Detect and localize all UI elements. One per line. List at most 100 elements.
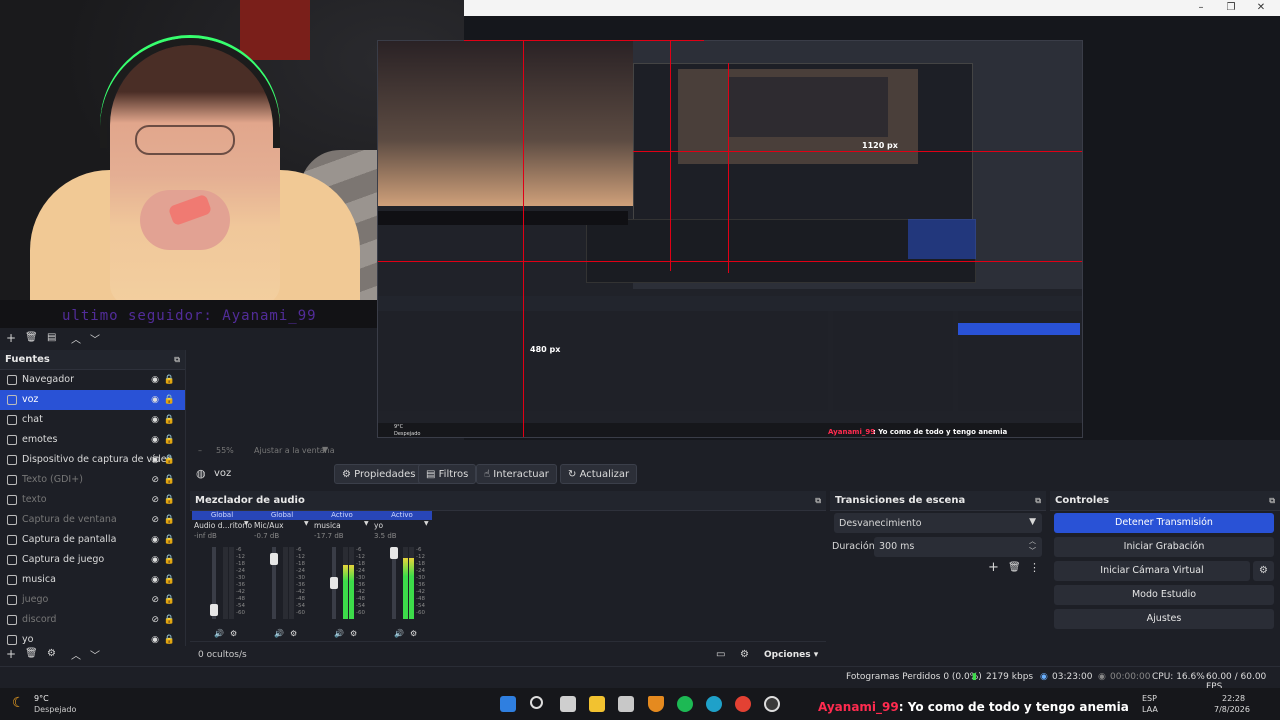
transition-select[interactable]: Desvanecimiento ▼ — [834, 513, 1042, 533]
eye-icon[interactable]: ◉ — [151, 430, 159, 450]
refresh-button[interactable]: ↻ Actualizar — [560, 464, 638, 484]
lock-icon[interactable]: 🔒 — [164, 470, 175, 490]
spotify-icon[interactable] — [677, 696, 693, 712]
source-item[interactable]: Navegador ◉ 🔒 — [0, 370, 185, 390]
eye-icon[interactable]: ◉ — [151, 530, 159, 550]
eye-icon[interactable]: ◉ — [151, 550, 159, 570]
lock-icon[interactable]: 🔒 — [164, 450, 175, 470]
add-icon[interactable]: + — [6, 647, 16, 661]
filters-button[interactable]: ▤ Filtros — [418, 464, 477, 484]
maximize-button[interactable]: ❐ — [1216, 0, 1246, 16]
eye-icon[interactable]: ◉ — [151, 450, 159, 470]
mixer-options-button[interactable]: Opciones ▾ — [764, 650, 818, 660]
trash-icon[interactable]: 🗑 — [25, 648, 38, 659]
lock-icon[interactable]: 🔒 — [164, 590, 175, 610]
eye-icon[interactable]: ◉ — [151, 570, 159, 590]
lock-icon[interactable]: 🔒 — [164, 570, 175, 590]
stop-streaming-button[interactable]: Detener Transmisión — [1054, 513, 1274, 533]
eye-off-icon[interactable]: ⊘ — [151, 470, 159, 490]
close-button[interactable]: ✕ — [1246, 0, 1276, 16]
eye-off-icon[interactable]: ⊘ — [151, 510, 159, 530]
volume-knob[interactable] — [270, 553, 278, 565]
chevron-down-icon[interactable]: ▼ — [424, 520, 429, 527]
gear-icon[interactable]: ⚙ — [350, 629, 357, 638]
source-item[interactable]: chat ◉ 🔒 — [0, 410, 185, 430]
eye-icon[interactable]: ◉ — [151, 410, 159, 430]
lock-icon[interactable]: 🔒 — [164, 390, 175, 410]
search-icon[interactable] — [530, 696, 543, 709]
more-icon[interactable]: ⋮ — [1029, 561, 1040, 574]
language[interactable]: ESP — [1142, 694, 1157, 703]
popout-icon[interactable]: ⧉ — [174, 350, 180, 370]
popout-icon[interactable]: ⧉ — [815, 491, 821, 511]
source-item[interactable]: juego ⊘ 🔒 — [0, 590, 185, 610]
chevron-down-icon[interactable]: ▼ — [364, 520, 369, 527]
gear-icon[interactable]: ⚙ — [47, 648, 56, 659]
source-item[interactable]: emotes ◉ 🔒 — [0, 430, 185, 450]
interact-button[interactable]: ☝ Interactuar — [476, 464, 557, 484]
gear-icon[interactable]: ⚙ — [410, 629, 417, 638]
chevron-down-icon[interactable]: ▼ — [244, 520, 249, 527]
lock-icon[interactable]: 🔒 — [164, 490, 175, 510]
start-recording-button[interactable]: Iniciar Grabación — [1054, 537, 1274, 557]
stepper-icon[interactable]: ︿ ﹀ — [1029, 536, 1036, 556]
settings-button[interactable]: Ajustes — [1054, 609, 1274, 629]
edge-icon[interactable] — [706, 696, 722, 712]
eye-off-icon[interactable]: ⊘ — [151, 610, 159, 630]
chevron-down-icon[interactable]: ▼ — [304, 520, 309, 527]
volume-knob[interactable] — [330, 577, 338, 589]
properties-button[interactable]: ⚙ Propiedades — [334, 464, 424, 484]
eye-off-icon[interactable]: ⊘ — [151, 490, 159, 510]
lock-icon[interactable]: 🔒 — [164, 370, 175, 390]
start-virtual-camera-button[interactable]: Iniciar Cámara Virtual — [1054, 561, 1250, 581]
source-item[interactable]: Texto (GDI+) ⊘ 🔒 — [0, 470, 185, 490]
volume-slider[interactable] — [390, 547, 398, 619]
chevron-up-icon[interactable]: ︿ — [71, 331, 81, 346]
layout-icon[interactable]: ▭ — [716, 649, 725, 660]
windows-start-icon[interactable] — [500, 696, 516, 712]
filter-icon[interactable]: ▤ — [47, 332, 56, 343]
lock-icon[interactable]: 🔒 — [164, 430, 175, 450]
chevron-down-icon[interactable]: ﹀ — [90, 331, 100, 346]
source-item[interactable]: Captura de pantalla ◉ 🔒 — [0, 530, 185, 550]
chevron-down-icon[interactable]: ﹀ — [90, 647, 100, 662]
studio-mode-button[interactable]: Modo Estudio — [1054, 585, 1274, 605]
add-icon[interactable]: + — [988, 560, 999, 575]
source-item[interactable]: Captura de juego ◉ 🔒 — [0, 550, 185, 570]
lock-icon[interactable]: 🔒 — [164, 610, 175, 630]
volume-slider[interactable] — [210, 547, 218, 619]
volume-knob[interactable] — [390, 547, 398, 559]
volume-knob[interactable] — [210, 604, 218, 616]
source-item[interactable]: Captura de ventana ⊘ 🔒 — [0, 510, 185, 530]
source-item[interactable]: discord ⊘ 🔒 — [0, 610, 185, 630]
volume-slider[interactable] — [330, 547, 338, 619]
source-item[interactable]: musica ◉ 🔒 — [0, 570, 185, 590]
source-item[interactable]: Dispositivo de captura de vídeo ◉ 🔒 — [0, 450, 185, 470]
chevron-up-icon[interactable]: ︿ — [71, 647, 81, 662]
speaker-icon[interactable]: 🔊 — [274, 629, 284, 638]
vlc-icon[interactable] — [648, 696, 664, 712]
speaker-icon[interactable]: 🔊 — [394, 629, 404, 638]
gear-icon[interactable]: ⚙ — [740, 649, 749, 660]
gear-icon[interactable]: ⚙ — [230, 629, 237, 638]
popout-icon[interactable]: ⧉ — [1035, 491, 1041, 511]
popout-icon[interactable]: ⧉ — [1269, 491, 1275, 511]
lock-icon[interactable]: 🔒 — [164, 510, 175, 530]
duration-input[interactable]: 300 ms ︿ ﹀ — [874, 537, 1042, 557]
zoom-minus[interactable]: – — [198, 446, 202, 455]
eye-icon[interactable]: ◉ — [151, 370, 159, 390]
source-item[interactable]: voz ◉ 🔒 — [0, 390, 185, 410]
volume-slider[interactable] — [270, 547, 278, 619]
add-icon[interactable]: + — [6, 331, 16, 345]
obs-icon[interactable] — [764, 696, 780, 712]
folder-icon[interactable] — [589, 696, 605, 712]
eye-icon[interactable]: ◉ — [151, 390, 159, 410]
clock-time[interactable]: 22:28 — [1222, 694, 1245, 703]
minimize-button[interactable]: – — [1186, 0, 1216, 16]
lock-icon[interactable]: 🔒 — [164, 550, 175, 570]
preview-canvas[interactable]: 1120 px 480 px 9°C Despejado Ayanami_99 … — [377, 40, 1083, 438]
store-icon[interactable] — [618, 696, 634, 712]
gear-icon[interactable]: ⚙ — [290, 629, 297, 638]
speaker-icon[interactable]: 🔊 — [334, 629, 344, 638]
task-view-icon[interactable] — [560, 696, 576, 712]
